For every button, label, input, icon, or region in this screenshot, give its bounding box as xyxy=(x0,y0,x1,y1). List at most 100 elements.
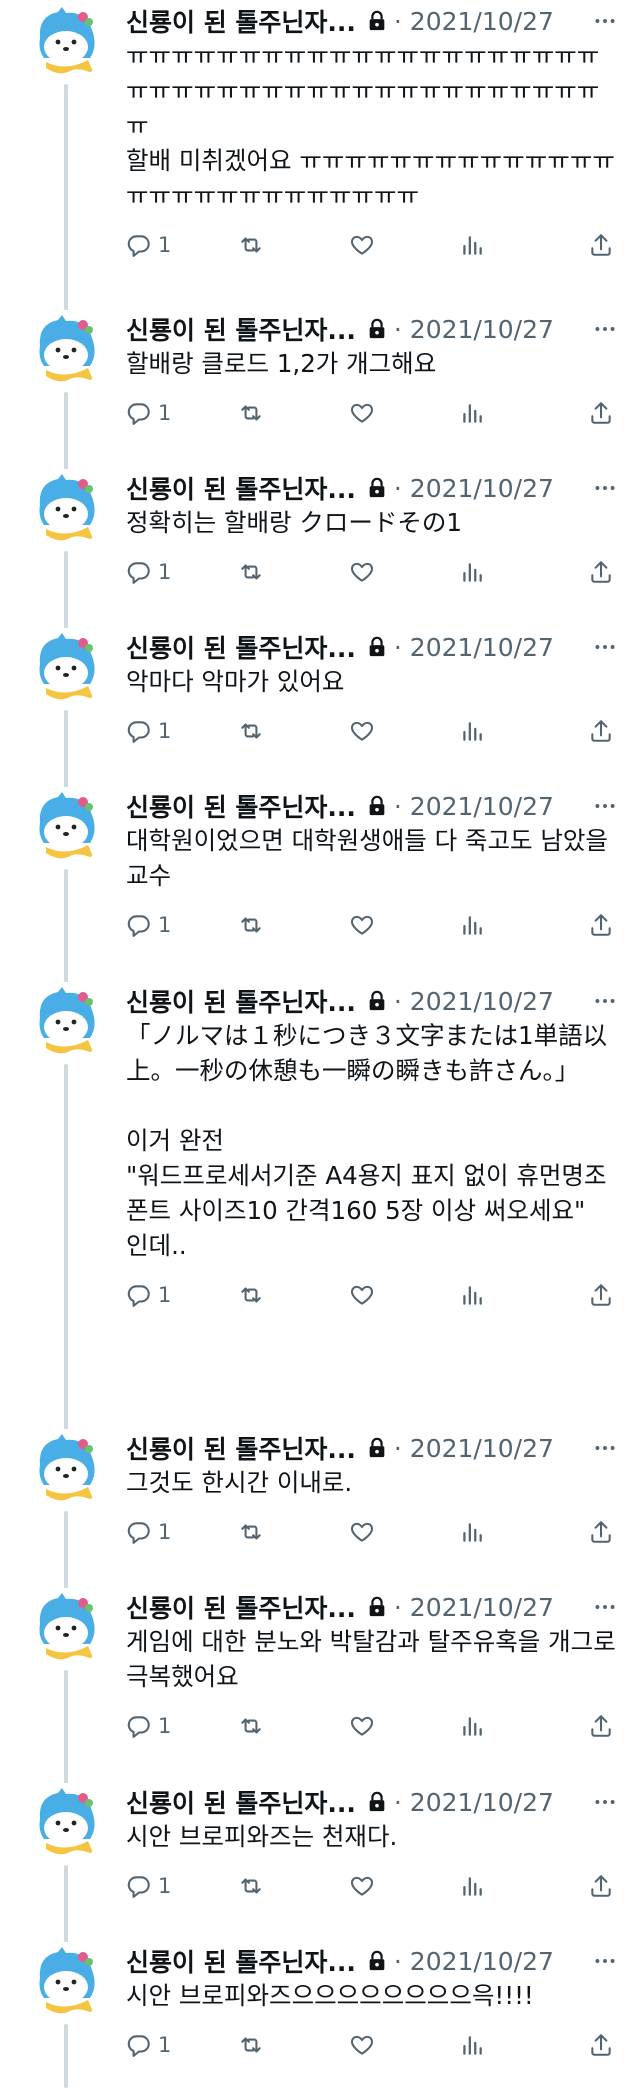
like-button[interactable] xyxy=(349,1282,393,1308)
tweet[interactable]: 신룡이 된 톨주닌자... · 2021/10/27 그것도 한시간 이내로. … xyxy=(0,1427,640,1592)
tweet[interactable]: 신룡이 된 톨주닌자... · 2021/10/27 할배랑 클로드 1,2가 … xyxy=(0,308,640,473)
like-button[interactable] xyxy=(349,1713,393,1739)
retweet-button[interactable] xyxy=(238,1873,282,1899)
views-button[interactable] xyxy=(459,2032,503,2058)
author-name[interactable]: 신룡이 된 톨주닌자... xyxy=(126,470,356,506)
share-button[interactable] xyxy=(570,400,614,426)
views-button[interactable] xyxy=(459,912,503,938)
reply-button[interactable]: 1 xyxy=(126,1519,171,1545)
share-button[interactable] xyxy=(570,2032,614,2058)
views-button[interactable] xyxy=(459,1282,503,1308)
tweet[interactable]: 신룡이 된 톨주닌자... · 2021/10/27 게임에 대한 분노와 박탈… xyxy=(0,1586,640,1787)
reply-button[interactable]: 1 xyxy=(126,2032,171,2058)
avatar[interactable] xyxy=(28,982,106,1060)
author-name[interactable]: 신룡이 된 톨주닌자... xyxy=(126,1784,356,1820)
views-button[interactable] xyxy=(459,718,503,744)
tweet-date[interactable]: · 2021/10/27 xyxy=(394,315,554,344)
author-name[interactable]: 신룡이 된 톨주닌자... xyxy=(126,788,356,824)
tweet-date[interactable]: · 2021/10/27 xyxy=(394,1434,554,1463)
tweet[interactable]: 신룡이 된 톨주닌자... · 2021/10/27 시안 브로피와즈는 천재다… xyxy=(0,1781,640,1946)
more-options-icon[interactable] xyxy=(592,793,618,819)
like-button[interactable] xyxy=(349,1873,393,1899)
views-button[interactable] xyxy=(459,1873,503,1899)
share-button[interactable] xyxy=(570,718,614,744)
avatar[interactable] xyxy=(28,1588,106,1666)
reply-button[interactable]: 1 xyxy=(126,912,171,938)
author-name[interactable]: 신룡이 된 톨주닌자... xyxy=(126,629,356,665)
tweet-date[interactable]: · 2021/10/27 xyxy=(394,1947,554,1976)
tweet-date[interactable]: · 2021/10/27 xyxy=(394,633,554,662)
like-button[interactable] xyxy=(349,1519,393,1545)
retweet-button[interactable] xyxy=(238,232,282,258)
retweet-button[interactable] xyxy=(238,1713,282,1739)
avatar[interactable] xyxy=(28,1942,106,2020)
avatar[interactable] xyxy=(28,787,106,865)
like-button[interactable] xyxy=(349,559,393,585)
tweet[interactable]: 신룡이 된 톨주닌자... · 2021/10/27 ㅠㅠㅠㅠㅠㅠㅠㅠㅠㅠㅠㅠㅠ… xyxy=(0,0,640,314)
views-button[interactable] xyxy=(459,400,503,426)
tweet-date[interactable]: · 2021/10/27 xyxy=(394,1593,554,1622)
reply-button[interactable]: 1 xyxy=(126,1282,171,1308)
reply-button[interactable]: 1 xyxy=(126,1713,171,1739)
retweet-button[interactable] xyxy=(238,1282,282,1308)
avatar[interactable] xyxy=(28,2,106,80)
avatar[interactable] xyxy=(28,628,106,706)
reply-button[interactable]: 1 xyxy=(126,718,171,744)
views-button[interactable] xyxy=(459,232,503,258)
tweet[interactable]: 신룡이 된 톨주닌자... · 2021/10/27 대학원이었으면 대학원생애… xyxy=(0,785,640,986)
more-options-icon[interactable] xyxy=(592,8,618,34)
share-button[interactable] xyxy=(570,232,614,258)
more-options-icon[interactable] xyxy=(592,1594,618,1620)
more-options-icon[interactable] xyxy=(592,1789,618,1815)
reply-button[interactable]: 1 xyxy=(126,1873,171,1899)
more-options-icon[interactable] xyxy=(592,1948,618,1974)
retweet-button[interactable] xyxy=(238,400,282,426)
author-name[interactable]: 신룡이 된 톨주닌자... xyxy=(126,983,356,1019)
tweet-date[interactable]: · 2021/10/27 xyxy=(394,987,554,1016)
share-button[interactable] xyxy=(570,1282,614,1308)
views-button[interactable] xyxy=(459,1713,503,1739)
tweet-date[interactable]: · 2021/10/27 xyxy=(394,7,554,36)
more-options-icon[interactable] xyxy=(592,475,618,501)
reply-button[interactable]: 1 xyxy=(126,232,171,258)
reply-button[interactable]: 1 xyxy=(126,559,171,585)
retweet-button[interactable] xyxy=(238,559,282,585)
avatar[interactable] xyxy=(28,1429,106,1507)
avatar[interactable] xyxy=(28,310,106,388)
more-options-icon[interactable] xyxy=(592,988,618,1014)
views-button[interactable] xyxy=(459,559,503,585)
like-button[interactable] xyxy=(349,232,393,258)
tweet[interactable]: 신룡이 된 톨주닌자... · 2021/10/27 정확히는 할배랑 クロード… xyxy=(0,467,640,632)
author-name[interactable]: 신룡이 된 톨주닌자... xyxy=(126,1430,356,1466)
share-button[interactable] xyxy=(570,912,614,938)
tweet[interactable]: 신룡이 된 톨주닌자... · 2021/10/27 「ノルマは１秒につき３文字… xyxy=(0,980,640,1433)
share-button[interactable] xyxy=(570,1873,614,1899)
share-button[interactable] xyxy=(570,1519,614,1545)
like-button[interactable] xyxy=(349,718,393,744)
retweet-button[interactable] xyxy=(238,2032,282,2058)
author-name[interactable]: 신룡이 된 톨주닌자... xyxy=(126,1589,356,1625)
retweet-button[interactable] xyxy=(238,718,282,744)
share-button[interactable] xyxy=(570,559,614,585)
like-button[interactable] xyxy=(349,400,393,426)
retweet-button[interactable] xyxy=(238,912,282,938)
like-button[interactable] xyxy=(349,2032,393,2058)
author-name[interactable]: 신룡이 된 톨주닌자... xyxy=(126,1943,356,1979)
tweet-date[interactable]: · 2021/10/27 xyxy=(394,1788,554,1817)
like-button[interactable] xyxy=(349,912,393,938)
tweet[interactable]: 신룡이 된 톨주닌자... · 2021/10/27 악마다 악마가 있어요 1 xyxy=(0,626,640,791)
author-name[interactable]: 신룡이 된 톨주닌자... xyxy=(126,3,356,39)
tweet-date[interactable]: · 2021/10/27 xyxy=(394,792,554,821)
avatar[interactable] xyxy=(28,469,106,547)
more-options-icon[interactable] xyxy=(592,634,618,660)
more-options-icon[interactable] xyxy=(592,1435,618,1461)
more-options-icon[interactable] xyxy=(592,316,618,342)
views-button[interactable] xyxy=(459,1519,503,1545)
reply-button[interactable]: 1 xyxy=(126,400,171,426)
tweet-date[interactable]: · 2021/10/27 xyxy=(394,474,554,503)
author-name[interactable]: 신룡이 된 톨주닌자... xyxy=(126,311,356,347)
avatar[interactable] xyxy=(28,1783,106,1861)
tweet[interactable]: 신룡이 된 톨주닌자... · 2021/10/27 시안 브로피와즈으으으으으… xyxy=(0,1940,640,2088)
retweet-button[interactable] xyxy=(238,1519,282,1545)
share-button[interactable] xyxy=(570,1713,614,1739)
